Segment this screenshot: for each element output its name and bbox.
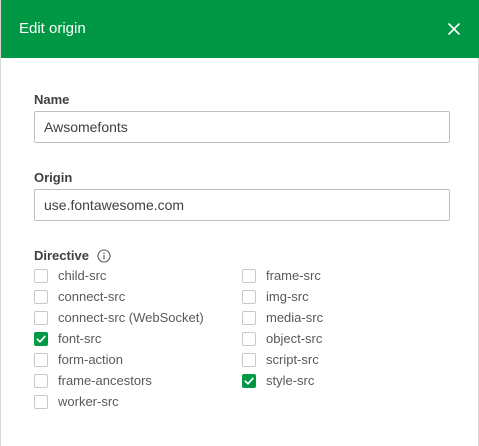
dialog-title: Edit origin (19, 20, 86, 37)
checkbox-label: script-src (266, 351, 319, 367)
origin-input[interactable] (34, 189, 450, 221)
checkbox[interactable] (34, 289, 48, 304)
directive-checkbox-worker-src[interactable]: worker-src (34, 391, 204, 412)
directive-label: Directive (34, 248, 89, 263)
check-icon (36, 335, 46, 343)
directive-checkbox-font-src[interactable]: font-src (34, 328, 204, 349)
checkbox-label: img-src (266, 288, 309, 304)
directive-checkbox-form-action[interactable]: form-action (34, 349, 204, 370)
checkbox[interactable] (34, 394, 48, 409)
checkbox[interactable] (34, 310, 48, 325)
checkbox-label: form-action (58, 351, 124, 367)
close-button[interactable] (442, 17, 466, 41)
dialog-header: Edit origin (1, 0, 479, 58)
checkbox-label: worker-src (58, 393, 119, 409)
checkbox[interactable] (242, 352, 256, 367)
checkbox-label: object-src (266, 330, 323, 346)
checkbox[interactable] (242, 289, 256, 304)
origin-label: Origin (34, 170, 73, 185)
directive-checkbox-connect-src[interactable]: connect-src (34, 286, 204, 307)
directive-checkbox-frame-ancestors[interactable]: frame-ancestors (34, 370, 204, 391)
checkbox-label: child-src (58, 267, 107, 283)
checkbox[interactable] (34, 352, 48, 367)
checkbox-label: connect-src (WebSocket) (58, 309, 204, 325)
name-label: Name (34, 92, 70, 107)
directive-heading: Directive (34, 248, 111, 264)
checkbox[interactable] (34, 268, 48, 283)
directive-checkbox-frame-src[interactable]: frame-src (242, 265, 323, 286)
checkbox-label: connect-src (58, 288, 126, 304)
name-input[interactable] (34, 111, 450, 143)
directive-checkbox-object-src[interactable]: object-src (242, 328, 323, 349)
directive-checkbox-media-src[interactable]: media-src (242, 307, 323, 328)
directive-checkbox-child-src[interactable]: child-src (34, 265, 204, 286)
directive-checkbox-img-src[interactable]: img-src (242, 286, 323, 307)
checkbox[interactable] (34, 373, 48, 388)
checkbox-label: media-src (266, 309, 324, 325)
close-icon (448, 23, 460, 35)
checkbox[interactable] (242, 373, 256, 388)
checkbox[interactable] (242, 331, 256, 346)
edit-origin-dialog: Edit origin Name Origin Directive child-… (0, 0, 479, 446)
checkbox-label: font-src (58, 330, 102, 346)
checkbox[interactable] (242, 310, 256, 325)
checkbox[interactable] (34, 331, 48, 346)
directive-left-column: child-src connect-src connect-src (WebSock… (34, 265, 204, 412)
directive-right-column: frame-src img-src media-src object-src scrip… (242, 265, 323, 391)
checkbox-label: frame-ancestors (58, 372, 152, 388)
check-icon (244, 377, 254, 385)
directive-checkbox-style-src[interactable]: style-src (242, 370, 323, 391)
checkbox-label: style-src (266, 372, 315, 388)
directive-checkbox-connect-src-websocket[interactable]: connect-src (WebSocket) (34, 307, 204, 328)
checkbox[interactable] (242, 268, 256, 283)
info-icon[interactable] (97, 249, 111, 263)
checkbox-label: frame-src (266, 267, 321, 283)
directive-checkbox-script-src[interactable]: script-src (242, 349, 323, 370)
